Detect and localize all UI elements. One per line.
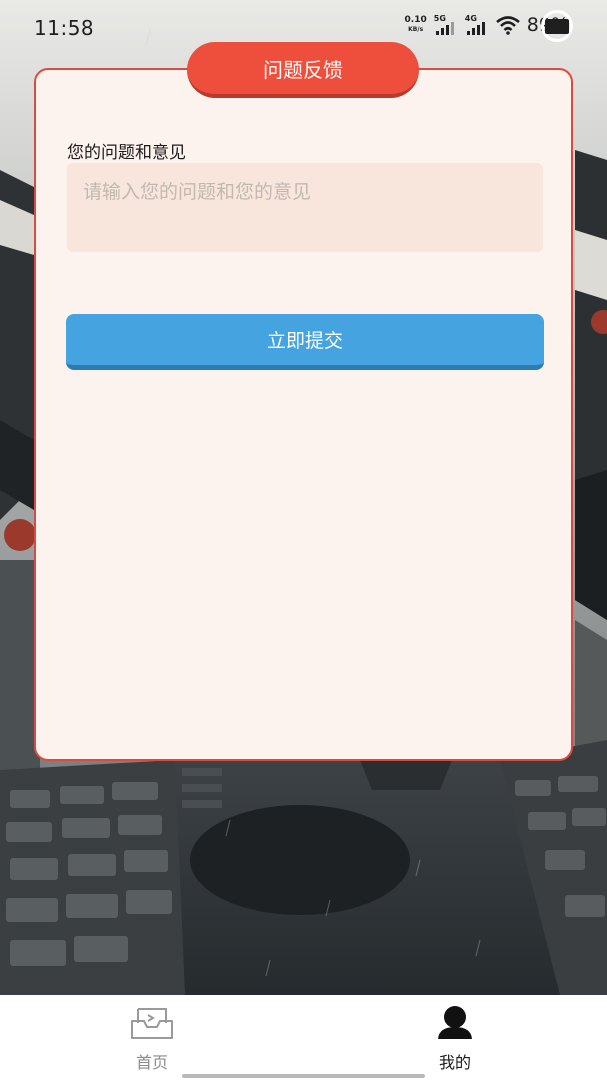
network-speed-unit: KB/s: [408, 26, 424, 33]
bottom-tab-bar: 首页 我的: [0, 995, 607, 1080]
signal-4g-icon: 4G: [465, 14, 489, 36]
status-time: 11:58: [34, 16, 95, 40]
network-speed: 0.10 KB/s: [405, 16, 427, 34]
battery-icon: [541, 10, 573, 42]
tab-home-label: 首页: [135, 1053, 168, 1072]
home-tray-icon: [131, 1008, 173, 1039]
person-icon: [438, 1006, 472, 1039]
feedback-field-label: 您的问题和意见: [67, 143, 186, 163]
home-indicator: [182, 1074, 425, 1078]
signal-5g-icon: 5G: [434, 14, 458, 36]
tab-mine-label: 我的: [438, 1053, 471, 1072]
wifi-icon: [495, 16, 520, 35]
feedback-screen: 11:58 0.10 KB/s 5G 4G 问题反馈 您的问题和意见 请输入您的…: [0, 0, 607, 1080]
tab-home[interactable]: 首页: [92, 1005, 212, 1075]
submit-button[interactable]: 立即提交: [66, 314, 544, 370]
page-title: 问题反馈: [187, 42, 419, 98]
network-speed-value: 0.10: [404, 15, 427, 25]
feedback-card: 您的问题和意见 立即提交: [34, 68, 573, 761]
feedback-input[interactable]: [67, 163, 543, 252]
tab-mine[interactable]: 我的: [395, 1005, 515, 1075]
